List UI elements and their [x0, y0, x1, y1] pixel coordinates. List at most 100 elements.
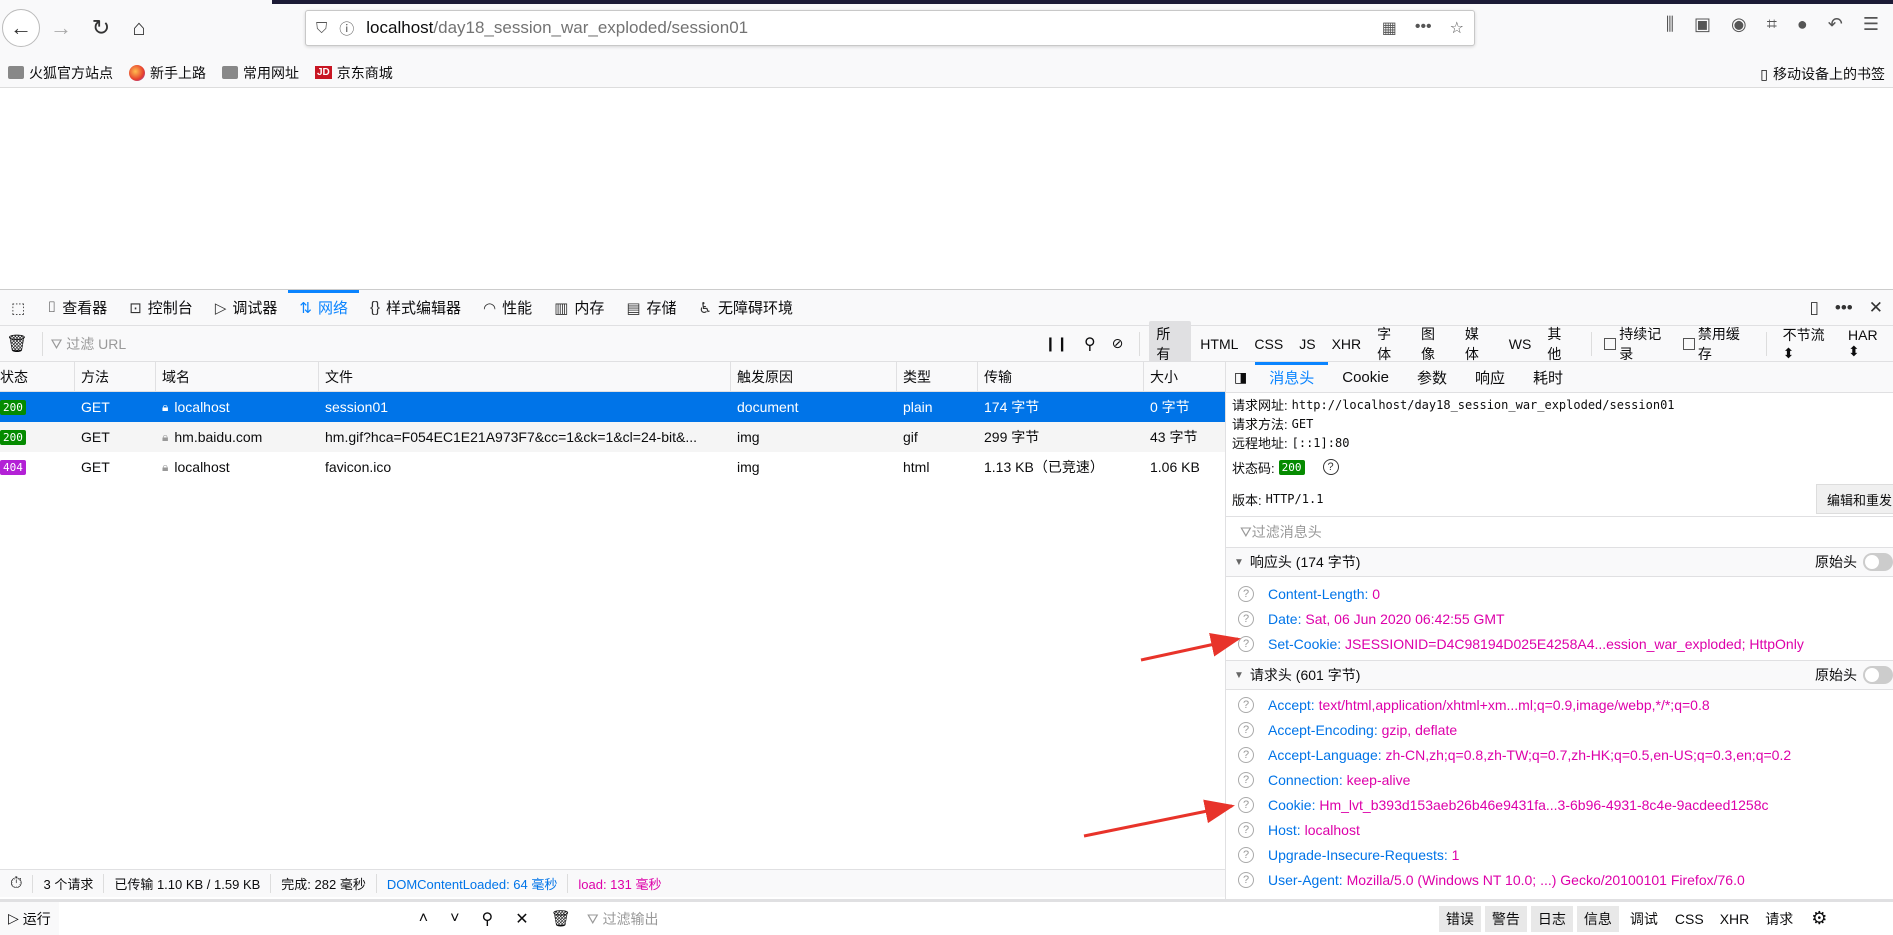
console-filter-请求[interactable]: 请求: [1757, 909, 1801, 929]
tab-storage[interactable]: ▤ 存储: [615, 290, 687, 326]
filter-js[interactable]: JS: [1292, 333, 1322, 355]
filter-fonts[interactable]: 字体: [1370, 321, 1412, 367]
header-row[interactable]: ? Accept-Encoding: gzip, deflate: [1226, 717, 1893, 742]
bookmark-item[interactable]: 新手上路: [129, 63, 206, 83]
info-icon[interactable]: ⓘ: [339, 18, 354, 39]
header-row[interactable]: ? Date: Sat, 06 Jun 2020 06:42:55 GMT: [1226, 606, 1893, 631]
throttle-select[interactable]: 不节流 ⬍: [1783, 325, 1840, 362]
tab-inspector[interactable]: ⌷ 查看器: [36, 290, 118, 326]
column-type[interactable]: 类型: [897, 362, 978, 391]
request-headers-section[interactable]: ▼ 请求头 (601 字节) 原始头: [1226, 660, 1893, 690]
screenshot-icon[interactable]: ⌗: [1767, 14, 1777, 35]
library-icon[interactable]: ⫼: [1666, 14, 1674, 35]
column-status[interactable]: 状态: [0, 362, 75, 391]
close-icon[interactable]: ✕: [515, 909, 528, 929]
console-level-1[interactable]: 警告: [1484, 905, 1527, 932]
header-row[interactable]: ? User-Agent: Mozilla/5.0 (Windows NT 10.…: [1226, 867, 1893, 892]
header-row[interactable]: ? Set-Cookie: JSESSIONID=D4C98194D025E425…: [1226, 631, 1893, 656]
column-cause[interactable]: 触发原因: [731, 362, 897, 391]
help-icon[interactable]: ?: [1238, 821, 1254, 838]
header-row[interactable]: ? Host: localhost: [1226, 817, 1893, 842]
sidebar-icon[interactable]: ▣: [1694, 14, 1711, 35]
filter-images[interactable]: 图像: [1414, 321, 1456, 367]
mobile-bookmarks[interactable]: ▯ 移动设备上的书签: [1760, 64, 1885, 84]
column-transferred[interactable]: 传输: [978, 362, 1144, 391]
help-icon[interactable]: ?: [1238, 871, 1254, 888]
header-row[interactable]: ? Connection: keep-alive: [1226, 767, 1893, 792]
raw-headers-toggle[interactable]: [1863, 553, 1893, 571]
tab-performance[interactable]: ◠ 性能: [472, 290, 543, 326]
home-button[interactable]: ⌂: [120, 9, 158, 47]
help-icon[interactable]: ?: [1322, 459, 1339, 475]
previous-icon[interactable]: ˄: [419, 910, 428, 928]
har-menu[interactable]: HAR ⬍: [1848, 327, 1893, 360]
tab-params[interactable]: 参数: [1403, 362, 1461, 393]
bookmark-star-icon[interactable]: ☆: [1450, 18, 1464, 38]
tab-style-editor[interactable]: {} 样式编辑器: [359, 290, 472, 326]
console-level-4[interactable]: 调试: [1623, 906, 1665, 932]
header-row[interactable]: ? Cookie: Hm_lvt_b393d153aeb26b46e9431fa.…: [1226, 792, 1893, 817]
url-bar[interactable]: ⛉ ⓘ localhost/day18_session_war_exploded…: [305, 10, 1475, 46]
column-domain[interactable]: 域名: [156, 362, 319, 391]
help-icon[interactable]: ?: [1238, 696, 1254, 713]
more-icon[interactable]: •••: [1415, 18, 1432, 38]
filter-url-input[interactable]: ⛛ 过滤 URL: [51, 334, 1037, 354]
help-icon[interactable]: ?: [1238, 771, 1254, 788]
help-icon[interactable]: ?: [1238, 846, 1254, 863]
header-row[interactable]: ? Accept: text/html,application/xhtml+xm.…: [1226, 692, 1893, 717]
persist-logs-checkbox[interactable]: 持续记录: [1604, 324, 1675, 364]
tab-console[interactable]: ⊡ 控制台: [118, 290, 204, 326]
help-icon[interactable]: ?: [1238, 746, 1254, 763]
console-level-2[interactable]: 日志: [1530, 905, 1573, 932]
back-button[interactable]: ←: [2, 9, 40, 47]
forward-button[interactable]: →: [42, 9, 80, 47]
console-filter-xhr[interactable]: XHR: [1712, 911, 1758, 927]
tab-debugger[interactable]: ▷ 调试器: [204, 290, 289, 326]
help-icon[interactable]: ?: [1238, 585, 1254, 602]
column-size[interactable]: 大小: [1144, 362, 1225, 391]
filter-all[interactable]: 所有: [1149, 320, 1192, 367]
tab-memory[interactable]: ▥ 内存: [543, 290, 615, 326]
edit-resend-button[interactable]: 编辑和重发: [1816, 484, 1893, 514]
filter-media[interactable]: 媒体: [1458, 321, 1500, 367]
clear-trash-icon[interactable]: 🗑: [0, 334, 34, 354]
element-picker-button[interactable]: ⬚: [0, 290, 36, 326]
console-level-0[interactable]: 错误: [1438, 905, 1481, 932]
filter-css[interactable]: CSS: [1247, 333, 1290, 355]
shield-icon[interactable]: ⛉: [316, 20, 327, 37]
column-file[interactable]: 文件: [319, 362, 731, 391]
next-icon[interactable]: ˅: [450, 910, 459, 928]
bookmark-item[interactable]: 火狐官方站点: [8, 63, 113, 83]
bookmark-item[interactable]: JD 京东商城: [315, 63, 393, 83]
header-row[interactable]: ? Content-Length: 0: [1226, 581, 1893, 606]
pause-icon[interactable]: ❙❙: [1044, 335, 1067, 352]
settings-gear-icon[interactable]: ⚙: [1811, 908, 1827, 929]
help-icon[interactable]: ?: [1238, 610, 1254, 627]
help-icon[interactable]: ?: [1238, 721, 1254, 738]
filter-other[interactable]: 其他: [1540, 321, 1582, 367]
menu-icon[interactable]: ☰: [1863, 14, 1879, 35]
help-icon[interactable]: ?: [1238, 635, 1254, 652]
table-row[interactable]: 200 GET 🔒︎ localhost session01 document p…: [0, 392, 1225, 422]
filter-headers-input[interactable]: ⛛ 过滤消息头: [1226, 516, 1893, 547]
search-icon[interactable]: ⚲: [1084, 334, 1096, 354]
header-row[interactable]: ? Accept-Language: zh-CN,zh;q=0.8,zh-TW;q…: [1226, 742, 1893, 767]
tab-headers[interactable]: 消息头: [1255, 361, 1329, 393]
toggle-sidebar-icon[interactable]: ◨: [1226, 369, 1255, 386]
help-icon[interactable]: ?: [1238, 796, 1254, 813]
disable-cache-checkbox[interactable]: 禁用缓存: [1682, 324, 1754, 364]
table-row[interactable]: 404 GET 🔒︎ localhost favicon.ico img html…: [0, 452, 1225, 482]
filter-xhr[interactable]: XHR: [1325, 333, 1369, 355]
response-headers-section[interactable]: ▼ 响应头 (174 字节) 原始头: [1226, 547, 1893, 577]
clear-console-trash-icon[interactable]: 🗑: [551, 909, 571, 929]
account-icon[interactable]: ◉: [1731, 14, 1747, 35]
filter-ws[interactable]: WS: [1502, 333, 1539, 355]
console-level-3[interactable]: 信息: [1576, 905, 1619, 932]
filter-html[interactable]: HTML: [1193, 333, 1245, 355]
tab-network[interactable]: ⇅ 网络: [288, 289, 359, 326]
header-row[interactable]: ? Upgrade-Insecure-Requests: 1: [1226, 842, 1893, 867]
console-filter-css[interactable]: CSS: [1667, 911, 1712, 927]
table-row[interactable]: 200 GET 🔒︎ hm.baidu.com hm.gif?hca=F054EC…: [0, 422, 1225, 452]
more-options-icon[interactable]: •••: [1835, 298, 1853, 318]
bookmark-item[interactable]: 常用网址: [222, 63, 299, 83]
